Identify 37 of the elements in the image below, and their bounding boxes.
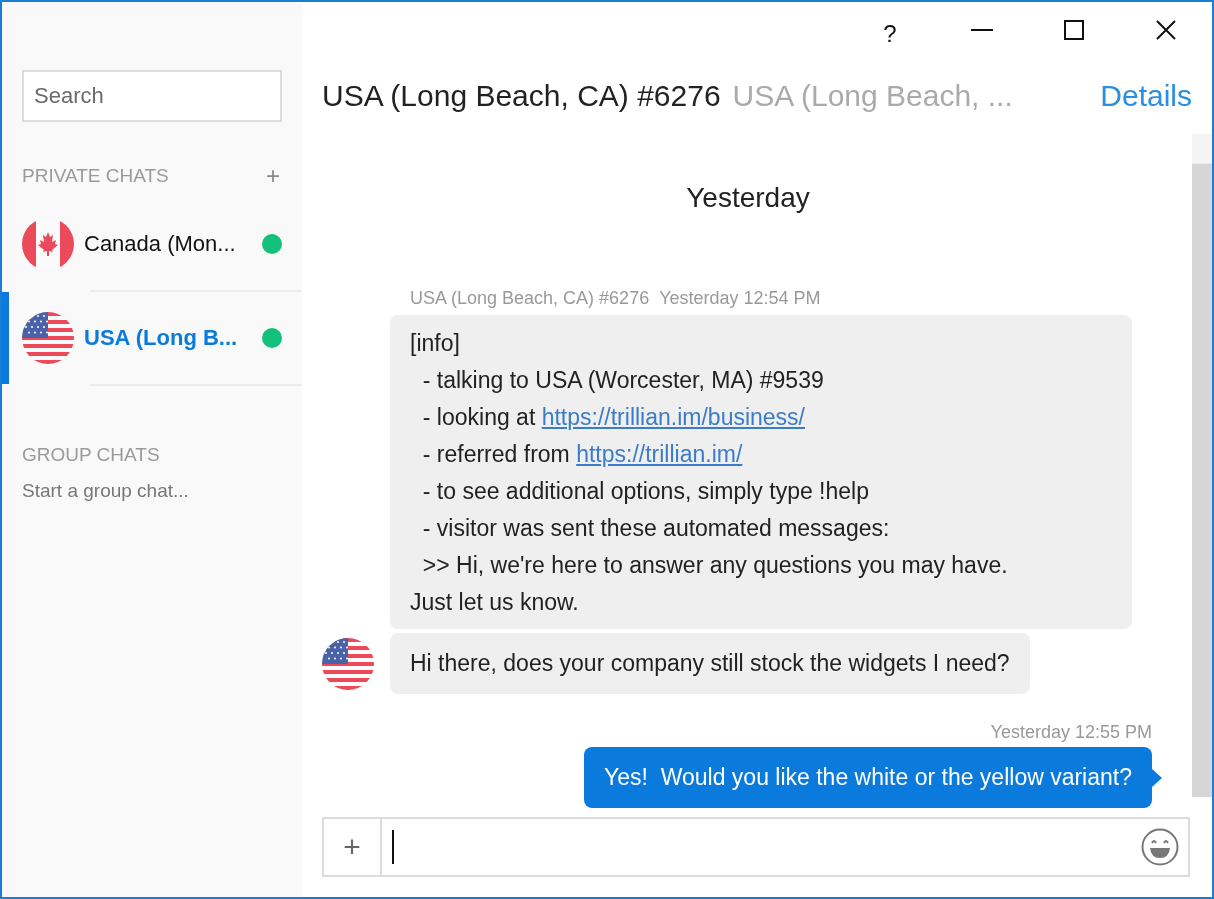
minimize-icon (971, 29, 993, 31)
message-line: - to see additional options, simply type !help (421, 478, 869, 504)
message-line: - talking to USA (Worcester, MA) #9539 (421, 367, 824, 393)
message-line: - visitor was sent these automated messages: (421, 515, 890, 541)
message-bubble: Hi there, does your company still stock the widgets I need? (390, 633, 1030, 694)
details-link[interactable]: Details (1100, 79, 1192, 113)
message-time: Yesterday 12:55 PM (990, 722, 1152, 743)
message-time: Yesterday 12:54 PM (659, 288, 821, 309)
message-line: [info] (410, 330, 460, 356)
flag-avatar (22, 312, 74, 364)
start-group-chat-link[interactable]: Start a group chat... (2, 466, 302, 502)
scrollbar[interactable] (1192, 134, 1212, 797)
chat-name: USA (Long B... (84, 325, 239, 351)
chat-subtitle: USA (Long Beach, ... (732, 79, 1014, 113)
search-field[interactable]: Search (22, 70, 282, 122)
message-line: - referred from (421, 441, 571, 467)
chat-name: Canada (Mon... (84, 231, 237, 257)
section-heading: PRIVATE CHATS (22, 165, 169, 187)
help-button[interactable]: ? (844, 2, 936, 58)
message-link[interactable]: https://trillian.im/business/ (541, 404, 805, 430)
sender-name: USA (Long Beach, CA) #6276 (410, 288, 650, 309)
message-line: >> Hi, we're here to answer any questions you may have. (421, 552, 1008, 578)
maximize-icon (1064, 20, 1084, 40)
section-heading: GROUP CHATS (22, 444, 160, 466)
message-line: Just let us know. (410, 589, 579, 615)
bubble-tail-icon (1152, 768, 1162, 787)
chat-title: USA (Long Beach, CA) #6276 (322, 79, 721, 113)
message-line: - looking at (421, 404, 537, 430)
message-link[interactable]: https://trillian.im/ (576, 441, 743, 467)
text-cursor (392, 830, 394, 864)
chat-item[interactable]: Canada (Mon... (2, 198, 302, 290)
smiley-icon (1141, 828, 1179, 866)
message-bubble: Yes! Would you like the white or the yellow variant? (584, 747, 1152, 808)
day-divider: Yesterday (686, 182, 810, 214)
add-chat-button[interactable]: + (264, 162, 282, 190)
message-composer[interactable]: + (322, 817, 1190, 877)
close-icon (1156, 20, 1176, 40)
